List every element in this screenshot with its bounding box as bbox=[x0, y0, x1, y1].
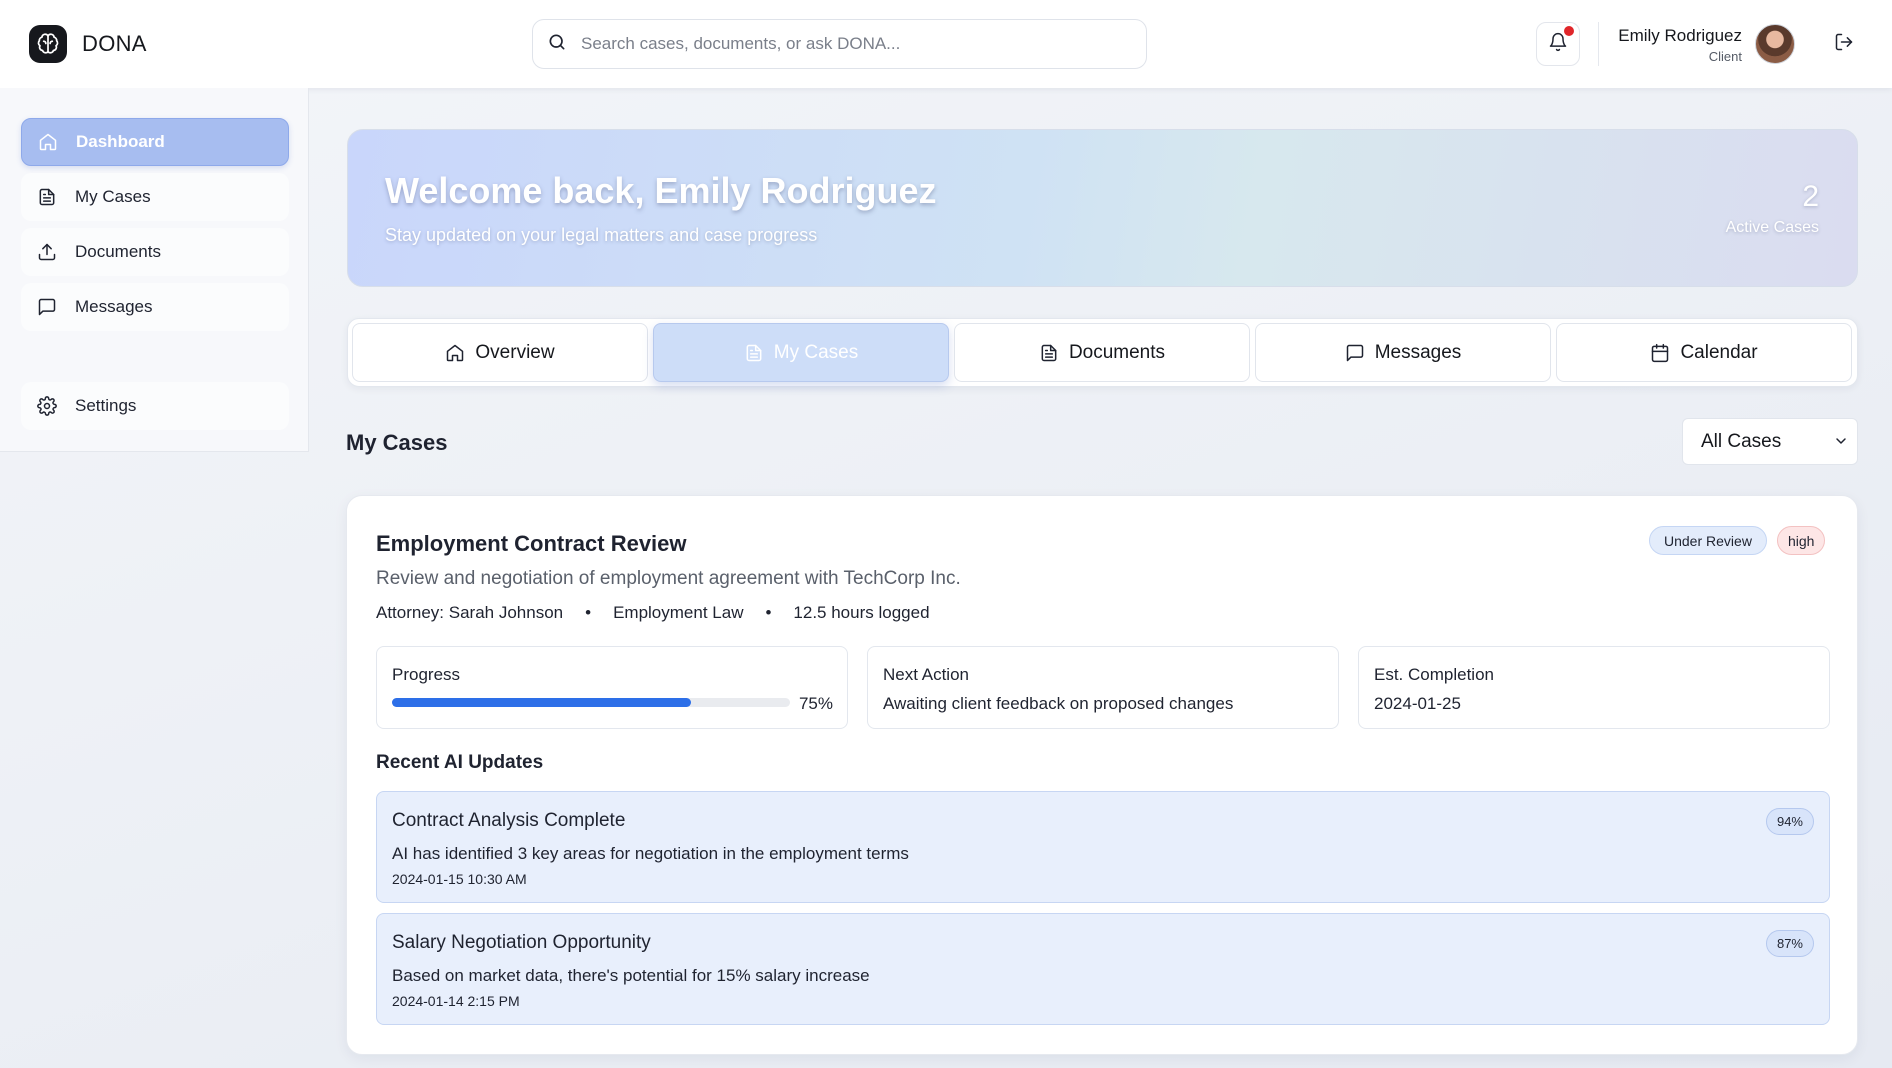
sidebar: Dashboard My Cases Documents Messages Se… bbox=[0, 88, 309, 452]
ai-update-item[interactable]: Salary Negotiation Opportunity Based on … bbox=[376, 913, 1830, 1025]
sidebar-item-settings[interactable]: Settings bbox=[21, 382, 289, 430]
completion-date: 2024-01-25 bbox=[1374, 694, 1461, 713]
home-icon bbox=[445, 343, 465, 363]
progress-label: Progress bbox=[392, 665, 461, 684]
section-title: My Cases bbox=[346, 430, 448, 455]
completion-box: Est. Completion 2024-01-25 bbox=[1358, 646, 1830, 729]
home-icon bbox=[36, 130, 60, 154]
file-text-icon bbox=[35, 185, 59, 209]
progress-box: Progress 75% bbox=[376, 646, 848, 729]
tab-label: Overview bbox=[475, 341, 555, 363]
logout-button[interactable] bbox=[1830, 30, 1858, 58]
update-body: Based on market data, there's potential … bbox=[392, 966, 870, 985]
progress-percent: 75% bbox=[798, 694, 833, 713]
search-bar[interactable] bbox=[532, 19, 1147, 69]
sidebar-item-documents[interactable]: Documents bbox=[21, 228, 289, 276]
ai-update-item[interactable]: Contract Analysis Complete AI has identi… bbox=[376, 791, 1830, 903]
next-action-label: Next Action bbox=[883, 665, 969, 684]
welcome-banner: Welcome back, Emily Rodriguez Stay updat… bbox=[347, 129, 1858, 287]
sidebar-item-label: Dashboard bbox=[76, 132, 165, 151]
sidebar-item-my-cases[interactable]: My Cases bbox=[21, 173, 289, 221]
welcome-title: Welcome back, Emily Rodriguez bbox=[385, 170, 937, 211]
update-body: AI has identified 3 key areas for negoti… bbox=[392, 844, 909, 863]
bell-icon bbox=[1548, 32, 1568, 57]
avatar[interactable] bbox=[1755, 24, 1795, 64]
case-attorney: Attorney: Sarah Johnson bbox=[376, 603, 564, 622]
gear-icon bbox=[35, 394, 59, 418]
tab-my-cases[interactable]: My Cases bbox=[653, 323, 949, 382]
tab-label: Documents bbox=[1068, 341, 1166, 363]
logout-icon bbox=[1834, 32, 1854, 57]
sidebar-item-label: Settings bbox=[75, 396, 137, 415]
user-name: Emily Rodriguez bbox=[1618, 26, 1742, 45]
case-hours: 12.5 hours logged bbox=[793, 603, 930, 622]
top-header: DONA Emily Rodriguez Client bbox=[0, 0, 1892, 88]
update-timestamp: 2024-01-14 2:15 PM bbox=[392, 993, 520, 1009]
case-card[interactable]: Employment Contract Review Under Review … bbox=[346, 495, 1858, 1055]
active-cases-label: Active Cases bbox=[1725, 219, 1819, 236]
chevron-down-icon bbox=[1833, 433, 1849, 455]
tab-bar: Overview My Cases Documents Messages Cal… bbox=[347, 318, 1858, 387]
tab-calendar[interactable]: Calendar bbox=[1556, 323, 1852, 382]
update-title: Contract Analysis Complete bbox=[392, 810, 626, 831]
progress-bar bbox=[392, 698, 790, 707]
completion-label: Est. Completion bbox=[1374, 665, 1494, 684]
filter-value: All Cases bbox=[1701, 430, 1782, 452]
priority-badge: high bbox=[1777, 526, 1826, 555]
brain-logo-icon[interactable] bbox=[29, 25, 67, 63]
file-text-icon bbox=[1039, 343, 1059, 363]
app-name: DONA bbox=[82, 31, 147, 56]
tab-label: Calendar bbox=[1680, 341, 1758, 363]
tab-overview[interactable]: Overview bbox=[352, 323, 648, 382]
message-square-icon bbox=[1345, 343, 1365, 363]
tab-label: My Cases bbox=[773, 341, 859, 363]
header-divider bbox=[1598, 22, 1599, 66]
case-meta: Attorney: Sarah Johnson • Employment Law… bbox=[376, 603, 930, 623]
active-cases-count: 2 bbox=[1802, 180, 1819, 213]
notification-dot bbox=[1564, 26, 1574, 36]
tab-label: Messages bbox=[1374, 341, 1462, 363]
case-description: Review and negotiation of employment agr… bbox=[376, 568, 961, 589]
confidence-badge: 87% bbox=[1765, 930, 1814, 957]
meta-separator: • bbox=[765, 603, 772, 622]
case-title: Employment Contract Review bbox=[376, 531, 687, 556]
next-action-value: Awaiting client feedback on proposed cha… bbox=[883, 694, 1234, 713]
calendar-icon bbox=[1650, 343, 1670, 363]
confidence-badge: 94% bbox=[1765, 808, 1814, 835]
update-timestamp: 2024-01-15 10:30 AM bbox=[392, 871, 527, 887]
message-square-icon bbox=[35, 295, 59, 319]
sidebar-item-messages[interactable]: Messages bbox=[21, 283, 289, 331]
sidebar-item-label: Documents bbox=[75, 242, 161, 261]
meta-separator: • bbox=[585, 603, 592, 622]
case-filter-select[interactable]: All Cases bbox=[1682, 418, 1858, 465]
welcome-subtitle: Stay updated on your legal matters and c… bbox=[385, 225, 818, 245]
sidebar-item-label: Messages bbox=[75, 297, 153, 316]
file-text-icon bbox=[744, 343, 764, 363]
sidebar-item-dashboard[interactable]: Dashboard bbox=[21, 118, 289, 166]
tab-messages[interactable]: Messages bbox=[1255, 323, 1551, 382]
next-action-box: Next Action Awaiting client feedback on … bbox=[867, 646, 1339, 729]
upload-icon bbox=[35, 240, 59, 264]
tab-documents[interactable]: Documents bbox=[954, 323, 1250, 382]
sidebar-item-label: My Cases bbox=[75, 187, 151, 206]
case-practice-area: Employment Law bbox=[613, 603, 744, 622]
update-title: Salary Negotiation Opportunity bbox=[392, 932, 651, 953]
search-input[interactable] bbox=[581, 34, 1121, 54]
status-badge: Under Review bbox=[1649, 526, 1767, 555]
progress-fill bbox=[392, 698, 691, 707]
user-role: Client bbox=[1708, 49, 1742, 64]
ai-updates-title: Recent AI Updates bbox=[376, 752, 544, 773]
notifications-button[interactable] bbox=[1536, 22, 1580, 66]
search-icon bbox=[547, 32, 567, 57]
